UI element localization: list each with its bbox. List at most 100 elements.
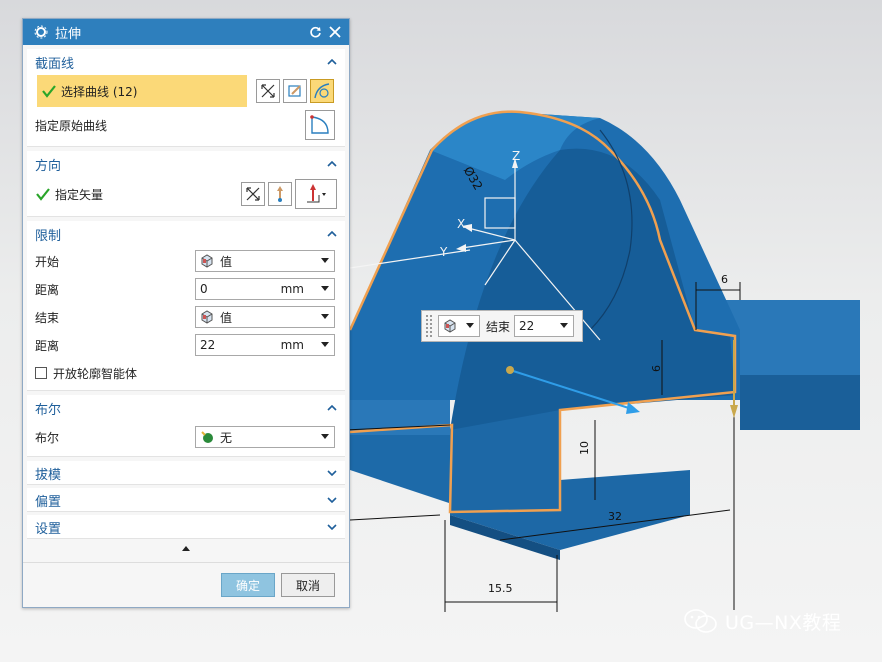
limits-title: 限制: [35, 228, 62, 244]
boolean-select-value: 无: [220, 430, 233, 445]
wechat-icon: [684, 609, 717, 633]
boolean-label: 布尔: [35, 430, 60, 445]
chevron-up-icon: [327, 231, 337, 237]
triangle-up-icon: [182, 546, 190, 551]
dim-10-label: 10: [578, 441, 591, 455]
base-plate-left-front: [350, 435, 455, 505]
end-select[interactable]: 值: [195, 306, 335, 328]
value-cube-icon: [201, 254, 213, 268]
value-cube-icon: [444, 319, 456, 333]
chevron-down-icon: [466, 323, 474, 328]
open-profile-checkbox[interactable]: [35, 367, 47, 379]
chevron-down-icon: [327, 497, 337, 503]
reset-icon[interactable]: [307, 24, 323, 40]
start-distance-input[interactable]: 0 mm: [195, 278, 335, 300]
watermark-text: UG—NX教程: [725, 611, 842, 634]
limits-panel: 限制 开始 值 距离 0 mm 结束 值 距离 22 mm 开放轮廓智能体: [27, 221, 345, 391]
axis-z-label: Z: [512, 149, 520, 163]
ok-button[interactable]: 确定: [221, 573, 275, 597]
section-curve-panel: 截面线 选择曲线 (12) 指定原始曲线: [27, 49, 345, 147]
section-curve-header[interactable]: 截面线: [27, 49, 345, 75]
boolean-header[interactable]: 布尔: [27, 395, 345, 421]
start-distance-value: 0: [200, 282, 208, 296]
offset-header[interactable]: 偏置: [27, 488, 345, 512]
offset-panel[interactable]: 偏置: [27, 488, 345, 512]
draft-title: 拔模: [35, 467, 62, 483]
chevron-down-icon: [321, 342, 329, 347]
axis-y-label: Y: [439, 245, 448, 259]
curve-select-icon[interactable]: [310, 79, 334, 103]
origin-curve-label: 指定原始曲线: [35, 118, 108, 133]
popup-type-select[interactable]: [438, 315, 480, 337]
draft-header[interactable]: 拔模: [27, 461, 345, 485]
reverse-icon[interactable]: [256, 79, 280, 103]
start-select[interactable]: 值: [195, 250, 335, 272]
sketch-section-icon[interactable]: [283, 79, 307, 103]
expand-more-toggle[interactable]: [23, 541, 349, 555]
height-arrow-head[interactable]: [730, 405, 738, 418]
reverse-direction-icon[interactable]: [241, 182, 265, 206]
extrude-dialog: 拉伸 截面线 选择曲线 (12) 指定原始曲线 方向 指定矢量 限制 开始 值 …: [22, 18, 350, 608]
arrow-origin-handle[interactable]: [506, 366, 514, 374]
end-distance-label: 距离: [35, 338, 60, 353]
limits-header[interactable]: 限制: [27, 221, 345, 247]
vector-dropdown-icon[interactable]: [295, 179, 337, 209]
boolean-panel: 布尔 布尔 无: [27, 395, 345, 457]
dialog-titlebar[interactable]: 拉伸: [23, 19, 349, 45]
cancel-button[interactable]: 取消: [281, 573, 335, 597]
start-distance-unit: mm: [280, 282, 304, 296]
direction-header[interactable]: 方向: [27, 151, 345, 177]
extrude-arrow-head: [626, 402, 640, 414]
origin-curve-icon[interactable]: [305, 110, 335, 140]
end-distance-unit: mm: [280, 338, 304, 352]
boolean-select[interactable]: 无: [195, 426, 335, 448]
offset-title: 偏置: [35, 494, 62, 510]
dim-32-label: 32: [608, 510, 622, 523]
end-distance-value: 22: [200, 338, 216, 352]
popup-end-label: 结束: [486, 319, 511, 334]
start-select-value: 值: [220, 254, 233, 269]
boolean-none-icon: [201, 431, 213, 443]
chevron-down-icon: [321, 286, 329, 291]
boolean-title: 布尔: [35, 402, 62, 418]
end-select-value: 值: [220, 310, 233, 325]
check-icon: [42, 85, 56, 98]
end-label: 结束: [35, 310, 60, 325]
chevron-down-icon: [560, 323, 569, 328]
close-icon[interactable]: [327, 24, 343, 40]
watermark: UG—NX教程: [683, 607, 841, 635]
chevron-down-icon: [321, 258, 329, 263]
dialog-footer: 确定 取消: [23, 562, 349, 597]
chevron-down-icon: [321, 434, 329, 439]
select-curve-row[interactable]: 选择曲线 (12): [37, 75, 247, 107]
popup-end-value: 22: [519, 319, 535, 333]
dim-6-side-label: 6: [650, 365, 663, 372]
draft-panel[interactable]: 拔模: [27, 461, 345, 485]
chevron-up-icon: [327, 405, 337, 411]
section-curve-title: 截面线: [35, 56, 75, 72]
end-distance-input[interactable]: 22 mm: [195, 334, 335, 356]
start-label: 开始: [35, 254, 60, 269]
start-distance-label: 距离: [35, 282, 60, 297]
vector-label: 指定矢量: [55, 187, 104, 202]
popup-end-input[interactable]: 22: [514, 315, 575, 337]
direction-panel: 方向 指定矢量: [27, 151, 345, 217]
end-limit-popup: 结束 22: [421, 310, 583, 342]
settings-header[interactable]: 设置: [27, 515, 345, 539]
select-curve-label: 选择曲线 (12): [61, 84, 138, 99]
chevron-up-icon: [327, 59, 337, 65]
direction-title: 方向: [35, 158, 62, 174]
open-profile-label: 开放轮廓智能体: [53, 366, 138, 381]
chevron-up-icon: [327, 161, 337, 167]
chevron-down-icon: [327, 470, 337, 476]
axis-x-label: X: [457, 217, 465, 231]
value-cube-icon: [201, 310, 213, 324]
dialog-title: 拉伸: [55, 26, 82, 42]
check-icon: [36, 188, 50, 201]
inferred-vector-icon[interactable]: [268, 182, 292, 206]
base-plate-right-front: [740, 375, 860, 430]
chevron-down-icon: [327, 524, 337, 530]
settings-panel[interactable]: 设置: [27, 515, 345, 539]
drag-handle-icon[interactable]: [426, 315, 432, 337]
gear-icon[interactable]: [33, 24, 49, 40]
